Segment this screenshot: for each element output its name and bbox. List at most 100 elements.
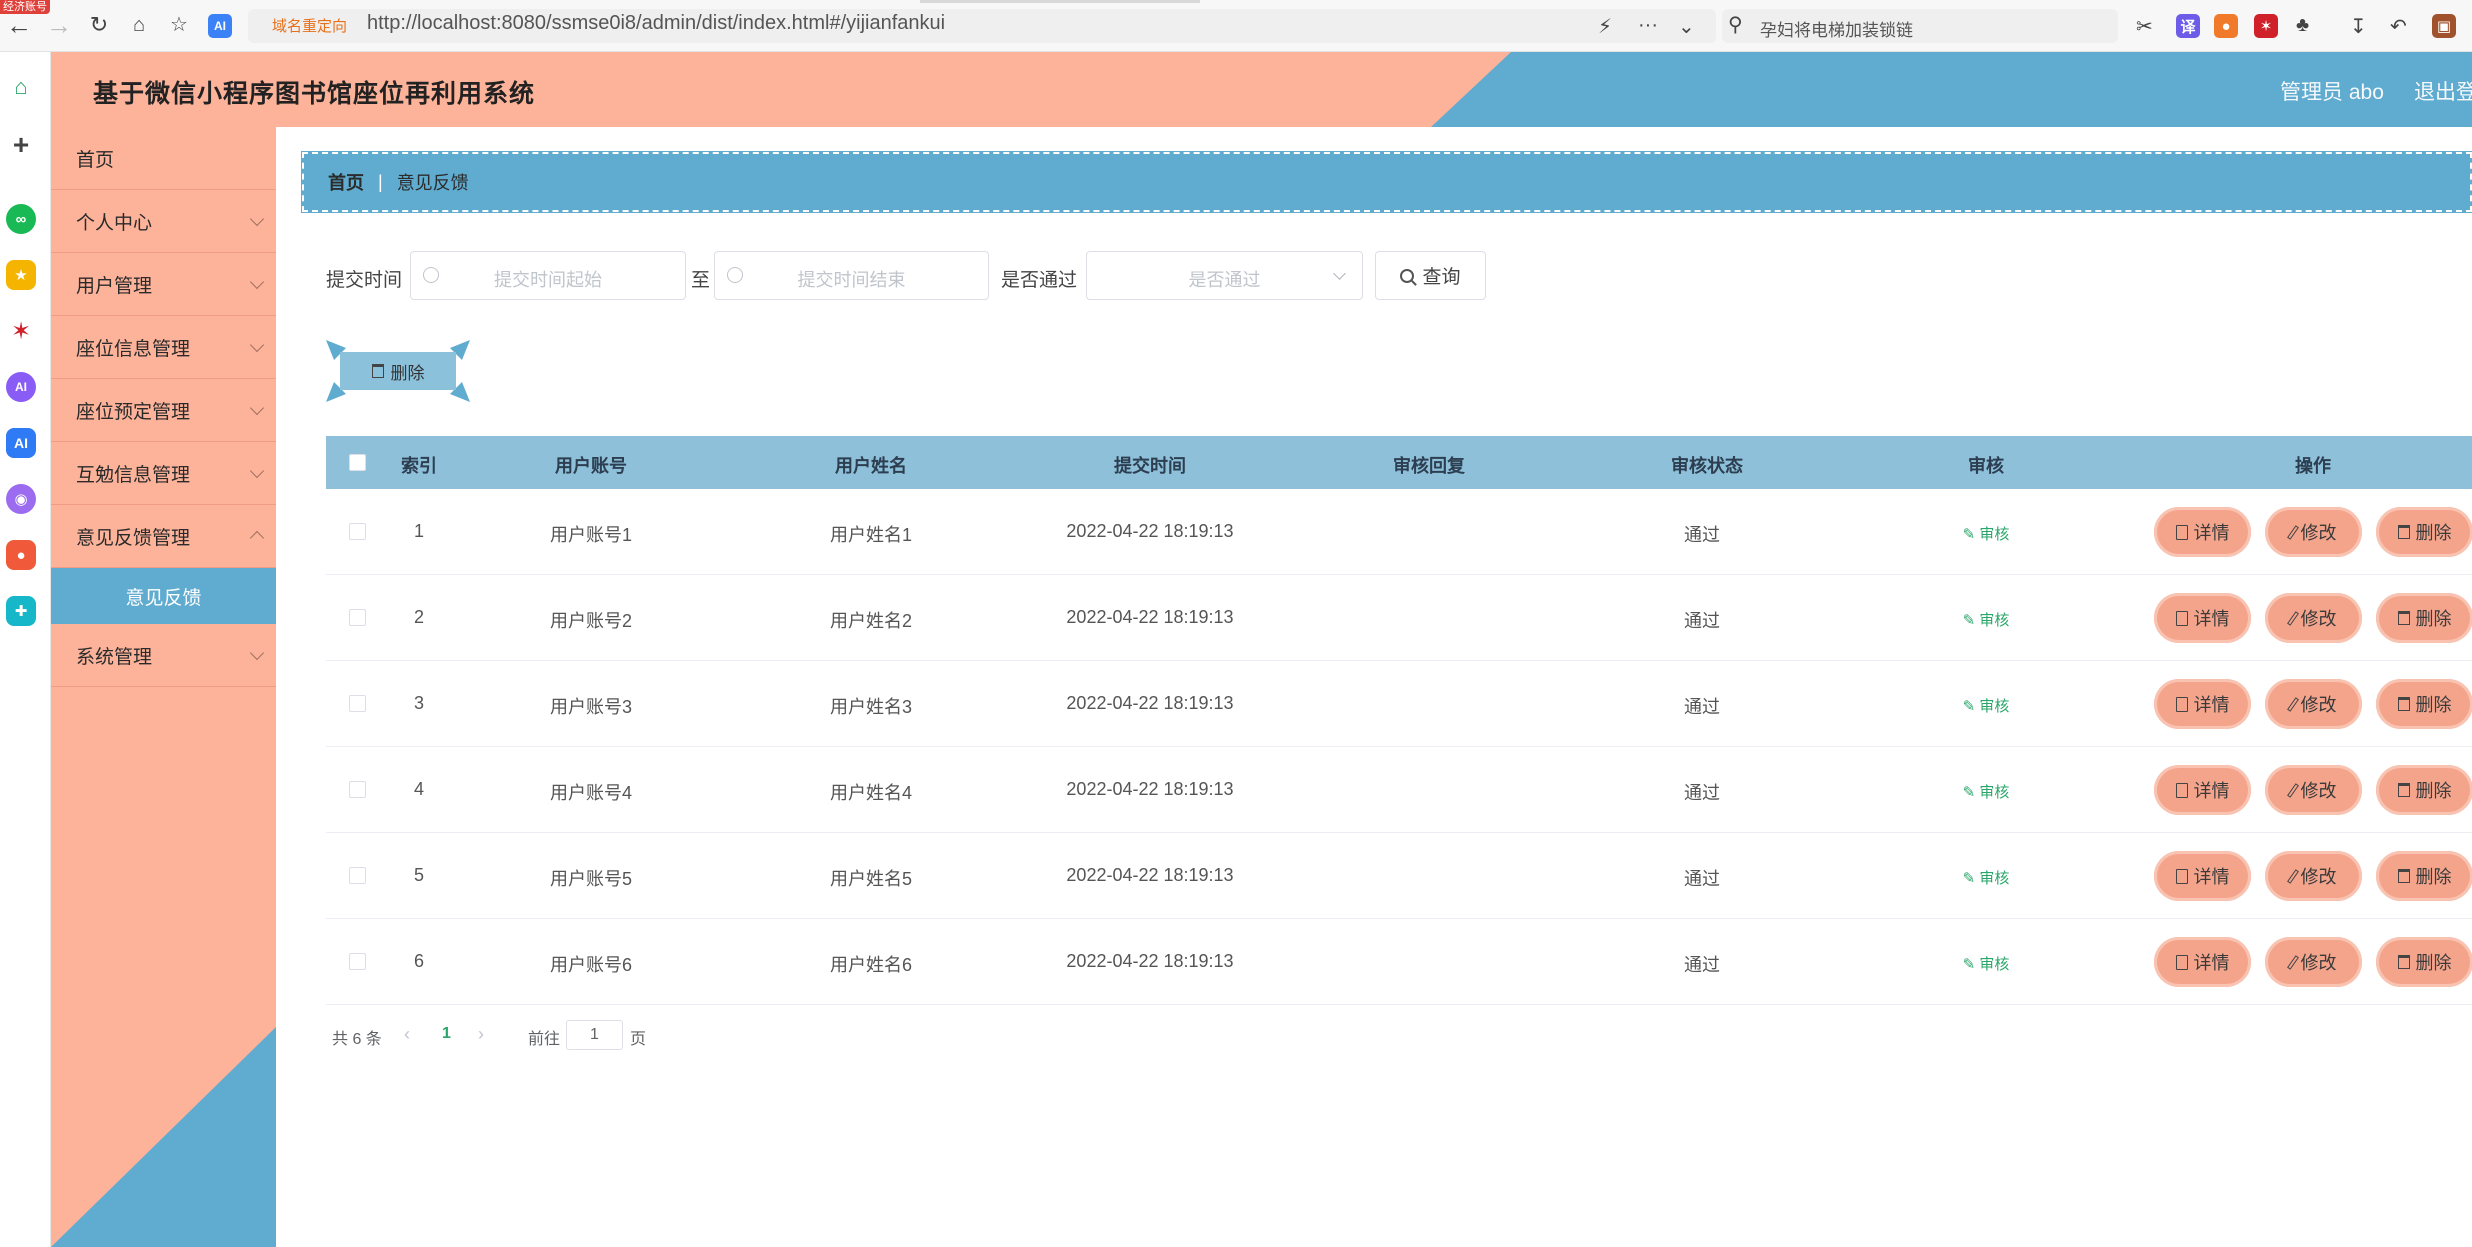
sidebar-item-mutual-encouragement[interactable]: 互勉信息管理 xyxy=(51,442,276,505)
edit-button[interactable]: 修改 xyxy=(2265,937,2362,987)
detail-button[interactable]: 详情 xyxy=(2154,679,2251,729)
gamepad-icon[interactable]: ● xyxy=(6,540,36,570)
row-checkbox[interactable] xyxy=(349,609,366,626)
detail-button[interactable]: 详情 xyxy=(2154,765,2251,815)
add-icon[interactable]: + xyxy=(6,129,36,160)
sidebar-item-feedback-management[interactable]: 意见反馈管理 xyxy=(51,505,276,568)
delete-button[interactable]: 删除 xyxy=(2376,593,2472,643)
reload-icon[interactable]: ↻ xyxy=(86,12,112,38)
sidebar-item-personal-center[interactable]: 个人中心 xyxy=(51,190,276,253)
pagination-goto-input[interactable]: 1 xyxy=(566,1020,623,1050)
home-icon[interactable]: ⌂ xyxy=(6,72,36,102)
edit-button[interactable]: 修改 xyxy=(2265,507,2362,557)
detail-button[interactable]: 详情 xyxy=(2154,937,2251,987)
column-header: 审核回复 xyxy=(1393,456,1465,476)
passed-select[interactable]: 是否通过 xyxy=(1086,251,1363,300)
chevron-left-icon[interactable]: ‹ xyxy=(404,1024,410,1045)
breadcrumb-home[interactable]: 首页 xyxy=(328,169,364,195)
audit-link-label: 审核 xyxy=(1979,698,2010,715)
edit-button[interactable]: 修改 xyxy=(2265,765,2362,815)
puzzle-icon[interactable]: ✚ xyxy=(6,596,36,626)
download-icon[interactable]: ↧ xyxy=(2350,14,2367,39)
delete-button[interactable]: 删除 xyxy=(2376,851,2472,901)
robot-icon[interactable]: ◉ xyxy=(6,484,36,514)
audit-link[interactable]: ✎ 审核 xyxy=(1963,781,2010,802)
sidebar-subitem-feedback[interactable]: 意见反馈 xyxy=(51,568,276,624)
cell-status: 通过 xyxy=(1684,697,1720,717)
delete-button[interactable]: 删除 xyxy=(2376,765,2472,815)
search-text[interactable]: 孕妇将电梯加装锁链 xyxy=(1760,16,1913,41)
start-time-input[interactable]: 提交时间起始 xyxy=(410,251,686,300)
column-header: 审核 xyxy=(1968,456,2004,476)
ai-assistant-icon[interactable]: AI xyxy=(6,372,36,402)
sidebar-item-user-management[interactable]: 用户管理 xyxy=(51,253,276,316)
chevron-down-icon[interactable]: ⌄ xyxy=(1678,14,1695,39)
chevron-right-icon[interactable]: › xyxy=(478,1024,484,1045)
delete-button[interactable]: 删除 xyxy=(2376,507,2472,557)
more-icon[interactable]: ··· xyxy=(1638,14,1658,37)
audit-link[interactable]: ✎ 审核 xyxy=(1963,609,2010,630)
detail-button[interactable]: 详情 xyxy=(2154,593,2251,643)
column-header: 提交时间 xyxy=(1114,456,1186,476)
document-icon xyxy=(2175,696,2188,712)
delete-button[interactable]: 删除 xyxy=(2376,937,2472,987)
forward-icon[interactable]: → xyxy=(46,12,72,38)
bulk-delete-button[interactable]: 删除 xyxy=(326,340,470,402)
sidebar-item-system-management[interactable]: 系统管理 xyxy=(51,624,276,687)
audit-link[interactable]: ✎ 审核 xyxy=(1963,695,2010,716)
detail-label: 详情 xyxy=(2193,523,2230,543)
network-icon[interactable]: ✶ xyxy=(2254,14,2278,38)
audit-link[interactable]: ✎ 审核 xyxy=(1963,953,2010,974)
query-button[interactable]: 查询 xyxy=(1375,251,1486,300)
url-text[interactable]: http://localhost:8080/ssmse0i8/admin/dis… xyxy=(367,12,945,35)
detail-label: 详情 xyxy=(2193,609,2230,629)
miniprogram-icon[interactable]: ∞ xyxy=(6,204,36,234)
edit-button[interactable]: 修改 xyxy=(2265,851,2362,901)
sidebar-item-seat-booking[interactable]: 座位预定管理 xyxy=(51,379,276,442)
cell-time: 2022-04-22 18:19:13 xyxy=(1066,951,1234,971)
table-header: 索引 用户账号 用户姓名 提交时间 审核回复 审核状态 审核 操作 xyxy=(326,436,2472,489)
row-checkbox[interactable] xyxy=(349,953,366,970)
delete-label: 删除 xyxy=(2415,523,2452,543)
delete-button[interactable]: 删除 xyxy=(2376,679,2472,729)
audit-link[interactable]: ✎ 审核 xyxy=(1963,523,2010,544)
back-icon[interactable]: ← xyxy=(6,12,32,38)
audit-link-label: 审核 xyxy=(1979,526,2010,543)
home-icon[interactable]: ⌂ xyxy=(126,12,152,38)
pagination-page[interactable]: 1 xyxy=(442,1025,451,1043)
row-checkbox[interactable] xyxy=(349,867,366,884)
detail-button[interactable]: 详情 xyxy=(2154,507,2251,557)
document-icon xyxy=(2175,524,2188,540)
network-icon[interactable]: ✶ xyxy=(6,316,36,346)
select-all-checkbox[interactable] xyxy=(349,454,366,471)
audit-link[interactable]: ✎ 审核 xyxy=(1963,867,2010,888)
pencil-icon xyxy=(2286,782,2299,798)
cell-status: 通过 xyxy=(1684,869,1720,889)
scissors-icon[interactable]: ✂ xyxy=(2136,14,2153,39)
sidebar-item-home[interactable]: 首页 xyxy=(51,127,276,190)
edit-button[interactable]: 修改 xyxy=(2265,593,2362,643)
edit-button[interactable]: 修改 xyxy=(2265,679,2362,729)
detail-label: 详情 xyxy=(2193,867,2230,887)
end-time-input[interactable]: 提交时间结束 xyxy=(714,251,989,300)
briefcase-icon[interactable]: ▣ xyxy=(2432,14,2456,38)
chevron-down-icon xyxy=(249,645,265,661)
trash-icon xyxy=(2397,869,2410,883)
star-icon[interactable]: ★ xyxy=(6,260,36,290)
detail-button[interactable]: 详情 xyxy=(2154,851,2251,901)
logout-button[interactable]: 退出登 xyxy=(2414,76,2472,106)
trash-icon xyxy=(2397,525,2410,539)
sidebar-item-seat-info[interactable]: 座位信息管理 xyxy=(51,316,276,379)
favorites-icon[interactable]: ☆ xyxy=(166,12,192,38)
translate-icon[interactable]: 译 xyxy=(2176,14,2200,38)
game-icon[interactable]: ● xyxy=(2214,14,2238,38)
cell-time: 2022-04-22 18:19:13 xyxy=(1066,693,1234,713)
ai-icon[interactable]: AI xyxy=(6,428,36,458)
ai-icon[interactable]: AI xyxy=(208,14,232,38)
undo-icon[interactable]: ↶ xyxy=(2390,14,2407,39)
row-checkbox[interactable] xyxy=(349,781,366,798)
lightning-icon[interactable]: ⚡ xyxy=(1598,14,1612,39)
row-checkbox[interactable] xyxy=(349,523,366,540)
extensions-icon[interactable]: ♣ xyxy=(2296,14,2309,37)
row-checkbox[interactable] xyxy=(349,695,366,712)
